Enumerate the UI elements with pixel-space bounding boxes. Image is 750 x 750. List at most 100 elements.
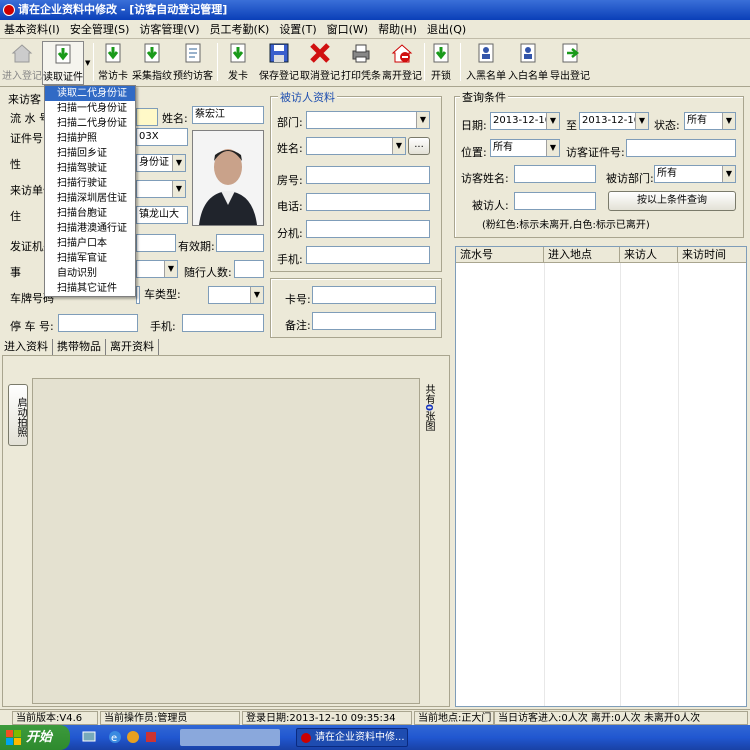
host-ext-input[interactable] xyxy=(306,220,430,238)
media-icon[interactable] xyxy=(126,730,140,744)
dropdown-item-passport[interactable]: 扫描护照 xyxy=(45,131,135,146)
leave-register-button[interactable]: 离开登记 xyxy=(382,41,422,85)
unlock-button[interactable]: 开锁 xyxy=(428,41,454,85)
visitor-id-label: 访客证件号: xyxy=(566,146,625,159)
dropdown-item-taiwan-permit[interactable]: 扫描台胞证 xyxy=(45,206,135,221)
plate-input[interactable] xyxy=(136,286,140,304)
col-visitor[interactable]: 来访人 xyxy=(620,247,678,262)
blacklist-button[interactable]: 入黑名单 xyxy=(465,41,507,85)
id-type-select[interactable]: 身份证 ▼ xyxy=(136,154,186,172)
menu-attendance[interactable]: 员工考勤(K) xyxy=(210,21,270,37)
dropdown-item-residence-permit[interactable]: 扫描深圳居住证 xyxy=(45,191,135,206)
visitor-phone-input[interactable] xyxy=(182,314,264,332)
name-input[interactable]: 蔡宏江 xyxy=(192,106,264,124)
host-query-label: 被访人: xyxy=(472,199,509,212)
fingerprint-button[interactable]: 采集指纹 xyxy=(132,41,172,85)
location-status: 当前地点:正大门 xyxy=(414,711,494,725)
host-group-title: 被访人资料 xyxy=(278,89,337,105)
frequent-card-button[interactable]: 常访卡 xyxy=(96,41,130,85)
unit-select[interactable]: ▼ xyxy=(136,180,186,198)
host-dept-query-select[interactable]: 所有 ▼ xyxy=(654,165,736,183)
person-photo-icon xyxy=(193,131,263,225)
col-location[interactable]: 进入地点 xyxy=(544,247,620,262)
host-room-input[interactable] xyxy=(306,166,430,184)
remark-label: 备注: xyxy=(285,319,311,332)
parking-input[interactable] xyxy=(58,314,138,332)
menu-help[interactable]: 帮助(H) xyxy=(378,21,417,37)
dropdown-item-driver-license[interactable]: 扫描驾驶证 xyxy=(45,161,135,176)
status-label: 状态: xyxy=(654,119,680,132)
status-select[interactable]: 所有 ▼ xyxy=(684,112,736,130)
dropdown-item-return-permit[interactable]: 扫描回乡证 xyxy=(45,146,135,161)
valid-label: 有效期: xyxy=(178,240,215,253)
start-button[interactable]: 开始 xyxy=(0,725,70,750)
dropdown-item-vehicle-license[interactable]: 扫描行驶证 xyxy=(45,176,135,191)
query-button[interactable]: 按以上条件查询 xyxy=(608,191,736,211)
visitor-name-input[interactable] xyxy=(514,165,596,183)
menu-window[interactable]: 窗口(W) xyxy=(327,21,368,37)
host-tel-input[interactable] xyxy=(306,193,430,211)
matter-select[interactable]: ▼ xyxy=(136,260,178,278)
host-query-input[interactable] xyxy=(514,192,596,210)
taskbar-active-window[interactable]: 请在企业资料中修... xyxy=(296,728,408,747)
desktop-icon[interactable] xyxy=(82,730,96,744)
col-time[interactable]: 来访时间 xyxy=(678,247,746,262)
results-grid[interactable]: 流水号 进入地点 来访人 来访时间 xyxy=(455,246,747,707)
window-title: 请在企业资料中修改 - [访客自动登记管理] xyxy=(18,3,228,16)
dropdown-item-military-id[interactable]: 扫描军官证 xyxy=(45,251,135,266)
tab-enter[interactable]: 进入资料 xyxy=(0,339,53,355)
host-browse-button[interactable]: ... xyxy=(408,137,430,155)
date-from-select[interactable]: 2013-12-10 ▼ xyxy=(490,112,560,130)
menu-security[interactable]: 安全管理(S) xyxy=(70,21,130,37)
tab-belongings[interactable]: 携带物品 xyxy=(53,339,106,355)
read-id-button[interactable]: 读取证件 xyxy=(42,41,84,85)
serial-input[interactable] xyxy=(136,108,158,126)
dropdown-item-scan-id1[interactable]: 扫描一代身份证 xyxy=(45,101,135,116)
companions-input[interactable] xyxy=(234,260,264,278)
car-type-select[interactable]: ▼ xyxy=(208,286,264,304)
dropdown-item-read-id2[interactable]: 读取二代身份证 xyxy=(45,86,135,101)
issue-card-button[interactable]: 发卡 xyxy=(222,41,254,85)
whitelist-button[interactable]: 入白名单 xyxy=(507,41,549,85)
chevron-down-icon[interactable]: ▼ xyxy=(85,59,90,67)
enter-register-button[interactable]: 进入登记 xyxy=(2,41,42,85)
card-label: 卡号: xyxy=(285,293,311,306)
dropdown-item-scan-id2[interactable]: 扫描二代身份证 xyxy=(45,116,135,131)
toolbar-separator xyxy=(93,43,94,81)
col-serial[interactable]: 流水号 xyxy=(456,247,544,262)
valid-input[interactable] xyxy=(216,234,264,252)
menu-exit[interactable]: 退出(Q) xyxy=(427,21,466,37)
appointment-button[interactable]: 预约访客 xyxy=(173,41,213,85)
cancel-register-button[interactable]: 取消登记 xyxy=(300,41,340,85)
export-register-button[interactable]: 导出登记 xyxy=(549,41,591,85)
dropdown-item-household[interactable]: 扫描户口本 xyxy=(45,236,135,251)
id-input[interactable]: 03X xyxy=(136,128,188,146)
print-receipt-button[interactable]: 打印凭条 xyxy=(341,41,381,85)
save-register-button[interactable]: 保存登记 xyxy=(258,41,300,85)
remark-input[interactable] xyxy=(312,312,436,330)
card-input[interactable] xyxy=(312,286,436,304)
address-input[interactable]: 镇龙山大 xyxy=(136,206,188,224)
download-doc-icon xyxy=(55,44,71,64)
menu-settings[interactable]: 设置(T) xyxy=(279,21,316,37)
dropdown-item-auto-detect[interactable]: 自动识别 xyxy=(45,266,135,281)
parking-label: 停 车 号: xyxy=(10,320,54,333)
start-capture-button[interactable]: 启动拍照 xyxy=(8,384,28,446)
dropdown-item-other[interactable]: 扫描其它证件 xyxy=(45,281,135,296)
dropdown-item-hkmacau-permit[interactable]: 扫描港澳通行证 xyxy=(45,221,135,236)
visitor-id-input[interactable] xyxy=(626,139,736,157)
name-label: 姓名: xyxy=(162,112,188,125)
menu-visitor[interactable]: 访客管理(V) xyxy=(139,21,199,37)
host-dept-select[interactable]: ▼ xyxy=(306,111,430,129)
app-quicklaunch-icon[interactable] xyxy=(144,730,158,744)
host-mobile-input[interactable] xyxy=(306,246,430,264)
query-group-title: 查询条件 xyxy=(460,89,508,105)
host-name-select[interactable]: ▼ xyxy=(306,137,406,155)
download-doc-icon xyxy=(105,43,121,63)
date-to-select[interactable]: 2013-12-10 ▼ xyxy=(579,112,649,130)
menu-basic[interactable]: 基本资料(I) xyxy=(4,21,60,37)
issuer-input[interactable] xyxy=(136,234,176,252)
tab-leave[interactable]: 离开资料 xyxy=(106,339,159,355)
ie-icon[interactable]: e xyxy=(108,730,122,744)
location-select[interactable]: 所有 ▼ xyxy=(490,139,560,157)
